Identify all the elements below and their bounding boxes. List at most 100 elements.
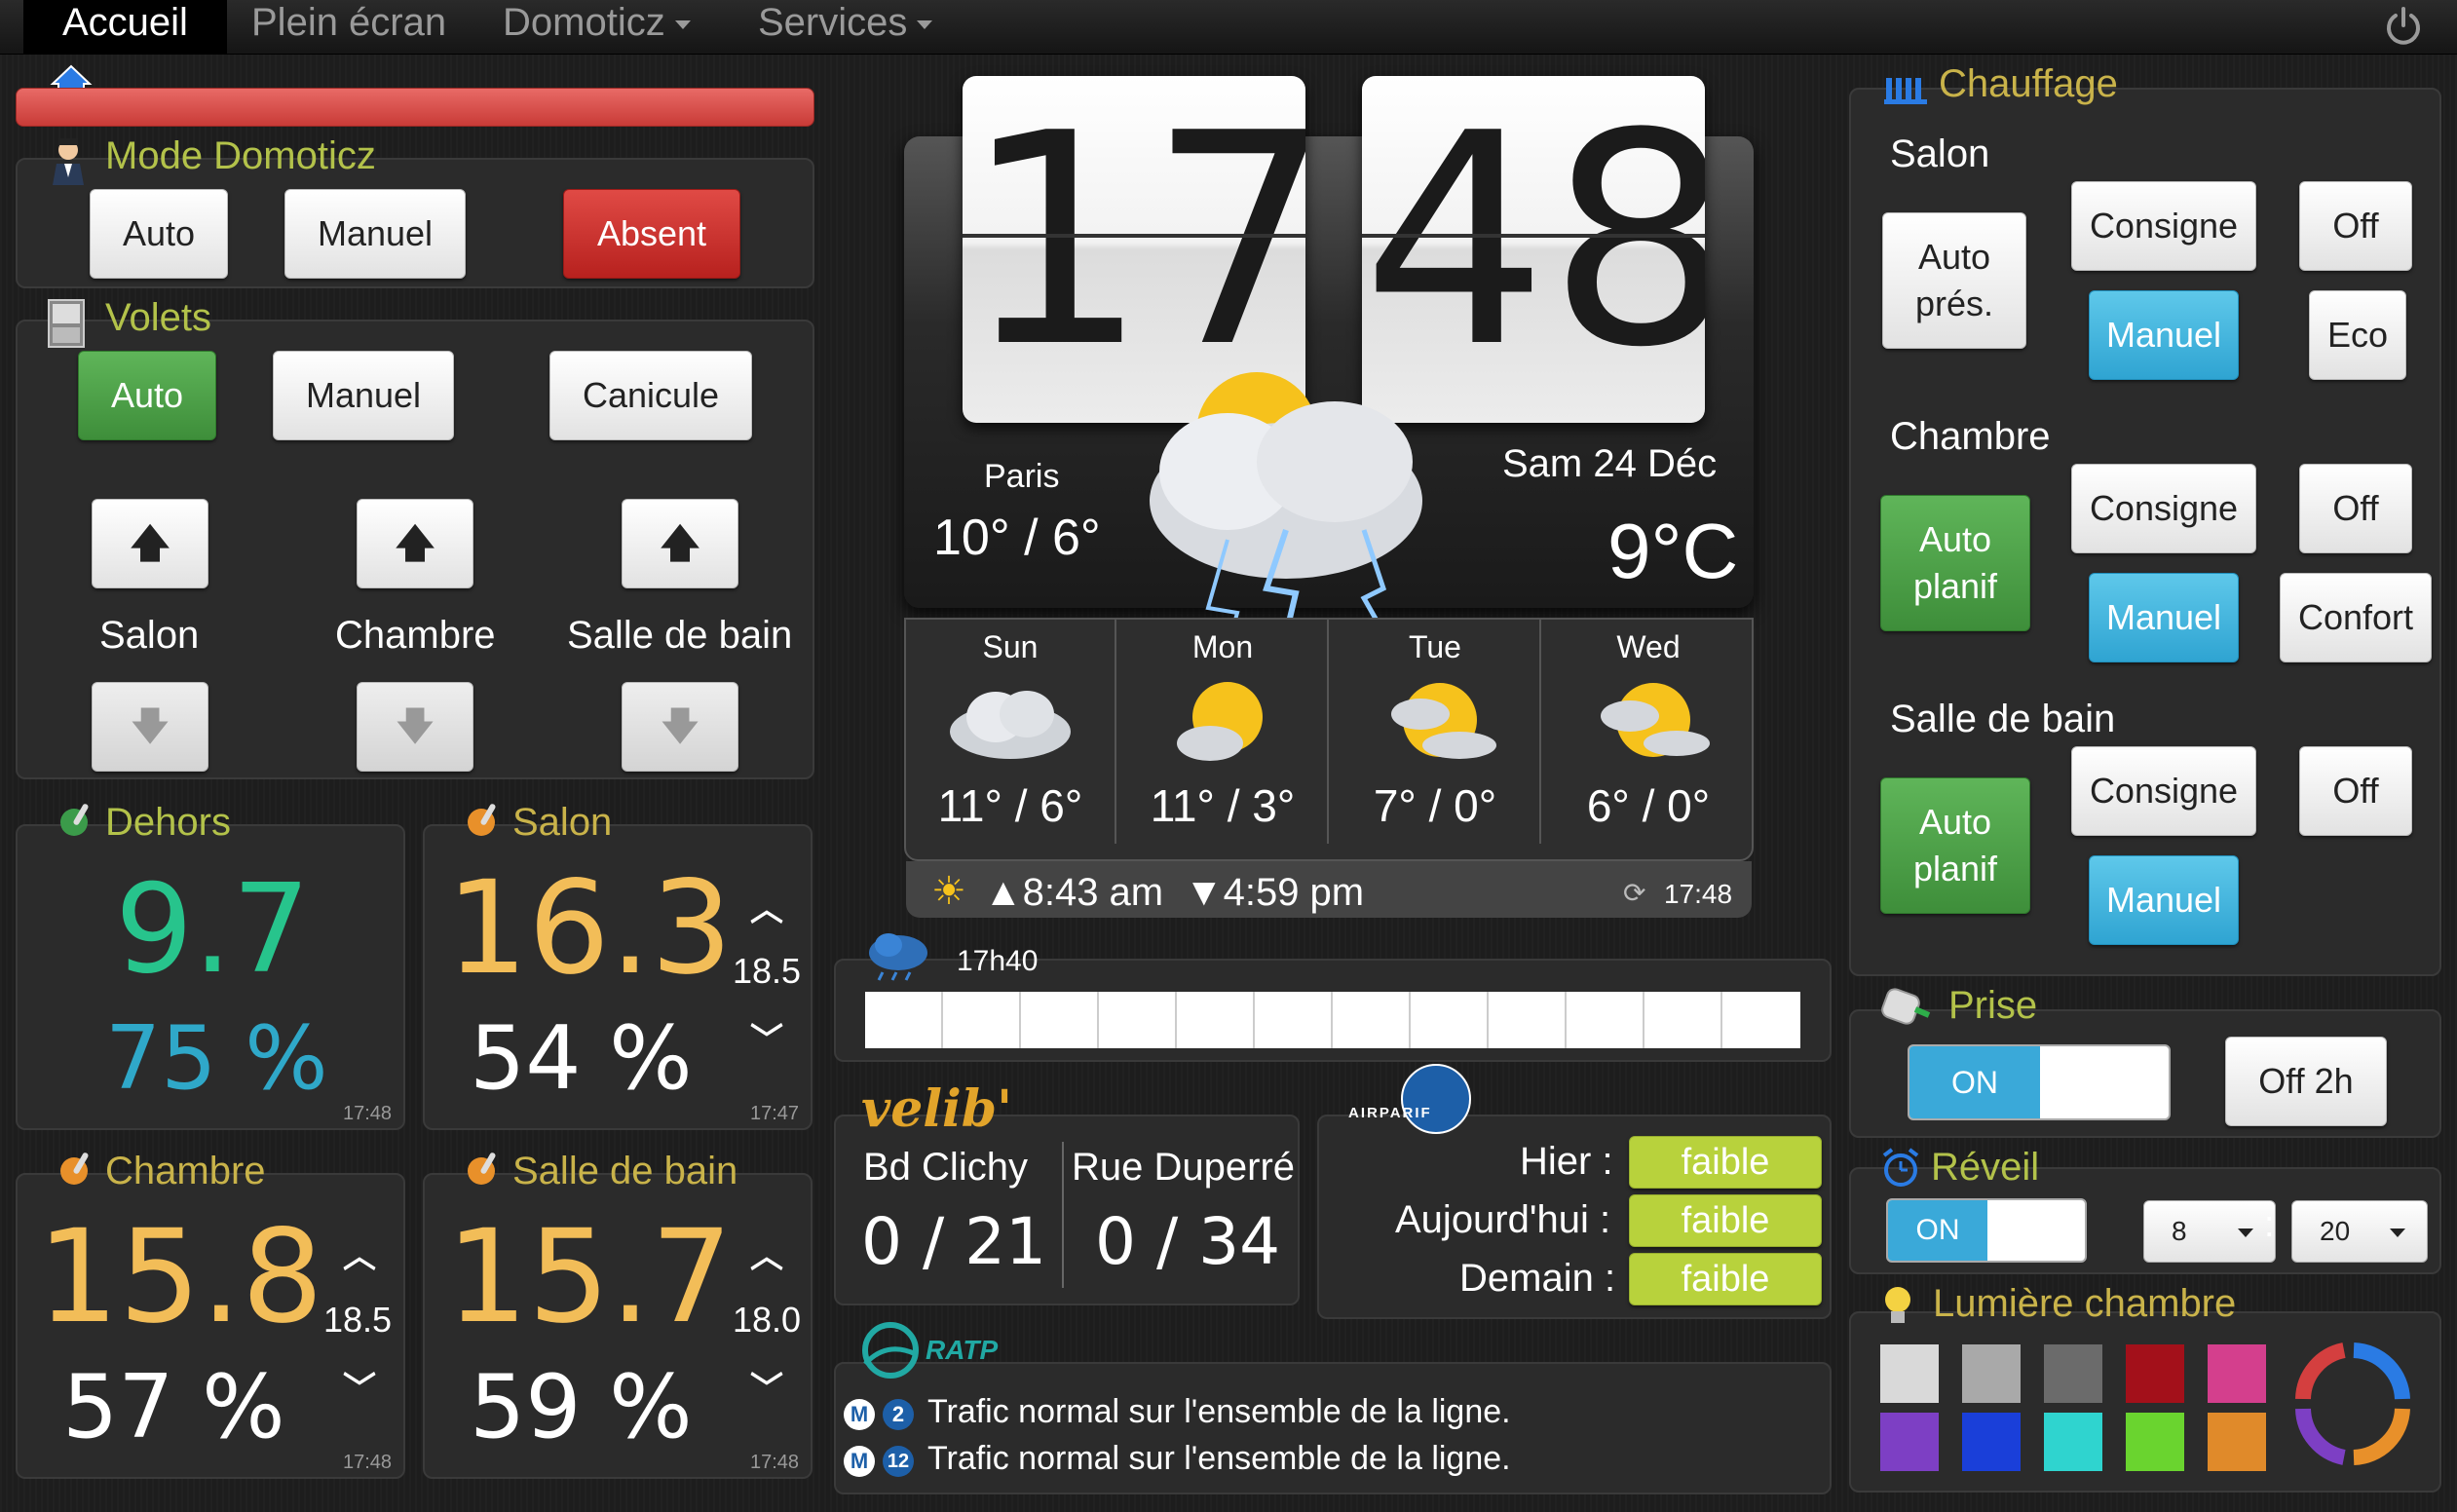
chauffage-room-name: Salon <box>1890 132 1990 175</box>
weather-current-temp: 9°C <box>1607 508 1739 594</box>
rain-cell <box>943 992 1021 1048</box>
chauffage-sdb-mode-button[interactable]: Auto planif <box>1880 777 2030 914</box>
mode-title: Mode Domoticz <box>105 134 376 177</box>
volets-canicule-button[interactable]: Canicule <box>549 351 752 440</box>
chauffage-chambre-confort-button[interactable]: Confort <box>2280 573 2432 662</box>
chauffage-chambre-mode-button[interactable]: Auto planif <box>1880 495 2030 631</box>
reveil-title: Réveil <box>1931 1146 2040 1189</box>
arrow-down-icon: 🡇 <box>130 705 170 748</box>
rain-cell <box>1411 992 1489 1048</box>
volets-manuel-button[interactable]: Manuel <box>273 351 454 440</box>
tab-domoticz[interactable]: Domoticz <box>503 0 691 55</box>
volet-salon-down-button[interactable]: 🡇 <box>92 682 208 772</box>
chauffage-salon-eco-button[interactable]: Eco <box>2309 290 2406 380</box>
airparif-status-badge: faible <box>1629 1136 1822 1189</box>
airparif-logo-text: AIRPARIF <box>1348 1105 1432 1121</box>
forecast-day: Tue 7° / 0° <box>1331 620 1541 844</box>
setpoint-down-icon[interactable]: ﹀ <box>750 1362 783 1410</box>
color-swatch-pink[interactable] <box>2208 1344 2266 1403</box>
partly-cloudy-icon <box>1391 683 1496 759</box>
tab-plein-ecran[interactable]: Plein écran <box>251 0 446 55</box>
color-swatch-light-gray[interactable] <box>1880 1344 1939 1403</box>
setpoint-up-icon[interactable]: ︿ <box>343 1229 376 1277</box>
cloud-icon <box>950 691 1071 759</box>
rain-cell <box>1644 992 1722 1048</box>
color-swatch-orange[interactable] <box>2208 1413 2266 1471</box>
forecast-day-name: Mon <box>1191 629 1254 664</box>
chauffage-room-name: Chambre <box>1890 415 2051 458</box>
chauffage-chambre-manuel-button[interactable]: Manuel <box>2089 573 2239 662</box>
color-swatch-purple[interactable] <box>1880 1413 1939 1471</box>
chauffage-salon-manuel-button[interactable]: Manuel <box>2089 290 2239 380</box>
volet-chambre-label: Chambre <box>335 614 496 657</box>
chauffage-chambre-consigne-button[interactable]: Consigne <box>2071 464 2256 553</box>
color-swatch-green[interactable] <box>2126 1413 2184 1471</box>
forecast-day: Sun 11° / 6° <box>906 620 1116 844</box>
sensor-salon-humidity: 54 % <box>470 1007 693 1110</box>
mode-manuel-button[interactable]: Manuel <box>284 189 466 279</box>
arrow-up-icon: 🡅 <box>395 522 435 565</box>
navbar: Accueil Plein écran Domoticz Services <box>0 0 2457 55</box>
metro-icon: M <box>844 1399 875 1430</box>
forecast-temps: 11° / 3° <box>1150 780 1296 831</box>
weather-city: Paris <box>984 458 1060 495</box>
prise-title: Prise <box>1948 984 2038 1027</box>
setpoint-down-icon[interactable]: ﹀ <box>343 1362 376 1410</box>
reveil-hour-value: 8 <box>2172 1216 2187 1246</box>
ratp-logo-icon <box>862 1322 919 1379</box>
sensor-salon-setpoint: 18.5 <box>733 951 802 991</box>
rain-forecast-bar <box>865 992 1800 1048</box>
volet-chambre-up-button[interactable]: 🡅 <box>357 499 473 588</box>
reveil-toggle[interactable]: ON <box>1886 1198 2087 1263</box>
volet-chambre-down-button[interactable]: 🡇 <box>357 682 473 772</box>
volet-salon-up-button[interactable]: 🡅 <box>92 499 208 588</box>
weather-date: Sam 24 Déc <box>1502 442 1718 485</box>
arrow-up-icon: 🡅 <box>130 522 170 565</box>
rain-cell <box>865 992 943 1048</box>
chauffage-sdb-consigne-button[interactable]: Consigne <box>2071 746 2256 836</box>
setpoint-up-icon[interactable]: ︿ <box>750 883 783 930</box>
volet-sdb-down-button[interactable]: 🡇 <box>622 682 738 772</box>
color-swatch-red[interactable] <box>2126 1344 2184 1403</box>
tab-accueil[interactable]: Accueil <box>23 0 227 55</box>
weather-updated: 17:48 <box>1664 879 1733 909</box>
volet-sdb-label: Salle de bain <box>567 614 793 657</box>
rain-cell <box>1177 992 1255 1048</box>
sunset-time: ▼4:59 pm <box>1185 871 1365 914</box>
setpoint-up-icon[interactable]: ︿ <box>750 1229 783 1277</box>
volets-auto-button[interactable]: Auto <box>78 351 216 440</box>
shutter-icon <box>48 299 85 348</box>
lumiere-title: Lumière chambre <box>1933 1282 2237 1325</box>
chauffage-salon-mode-button[interactable]: Auto prés. <box>1882 212 2026 349</box>
mode-absent-button[interactable]: Absent <box>563 189 740 279</box>
mode-auto-button[interactable]: Auto <box>90 189 228 279</box>
chauffage-sdb-manuel-button[interactable]: Manuel <box>2089 855 2239 945</box>
rain-cell <box>1333 992 1411 1048</box>
rain-cloud-icon <box>869 933 927 981</box>
chevron-down-icon <box>674 19 691 29</box>
chauffage-salon-consigne-button[interactable]: Consigne <box>2071 181 2256 271</box>
chauffage-salon-off-button[interactable]: Off <box>2299 181 2412 271</box>
forecast-temps: 7° / 0° <box>1373 780 1497 831</box>
alert-bar <box>16 88 814 127</box>
velib-station-name: Rue Duperré <box>1072 1146 1296 1189</box>
color-cycle-icon[interactable] <box>2295 1341 2412 1467</box>
chauffage-sdb-off-button[interactable]: Off <box>2299 746 2412 836</box>
rain-cell <box>1021 992 1099 1048</box>
forecast-day: Wed 6° / 0° <box>1543 620 1752 844</box>
power-icon[interactable] <box>2383 6 2424 47</box>
color-swatch-cyan[interactable] <box>2044 1413 2102 1471</box>
chauffage-chambre-off-button[interactable]: Off <box>2299 464 2412 553</box>
reveil-minute-select[interactable]: 20 <box>2291 1200 2428 1263</box>
color-swatch-blue[interactable] <box>1962 1413 2021 1471</box>
refresh-icon[interactable]: ⟳ <box>1623 877 1645 909</box>
color-swatch-dark-gray[interactable] <box>2044 1344 2102 1403</box>
volet-sdb-up-button[interactable]: 🡅 <box>622 499 738 588</box>
tab-services[interactable]: Services <box>758 0 933 55</box>
setpoint-down-icon[interactable]: ﹀ <box>750 1013 783 1061</box>
reveil-toggle-on: ON <box>1888 1200 1987 1261</box>
reveil-hour-select[interactable]: 8 <box>2143 1200 2276 1263</box>
prise-off2h-button[interactable]: Off 2h <box>2225 1037 2387 1126</box>
prise-toggle[interactable]: ON <box>1908 1044 2171 1120</box>
color-swatch-gray[interactable] <box>1962 1344 2021 1403</box>
